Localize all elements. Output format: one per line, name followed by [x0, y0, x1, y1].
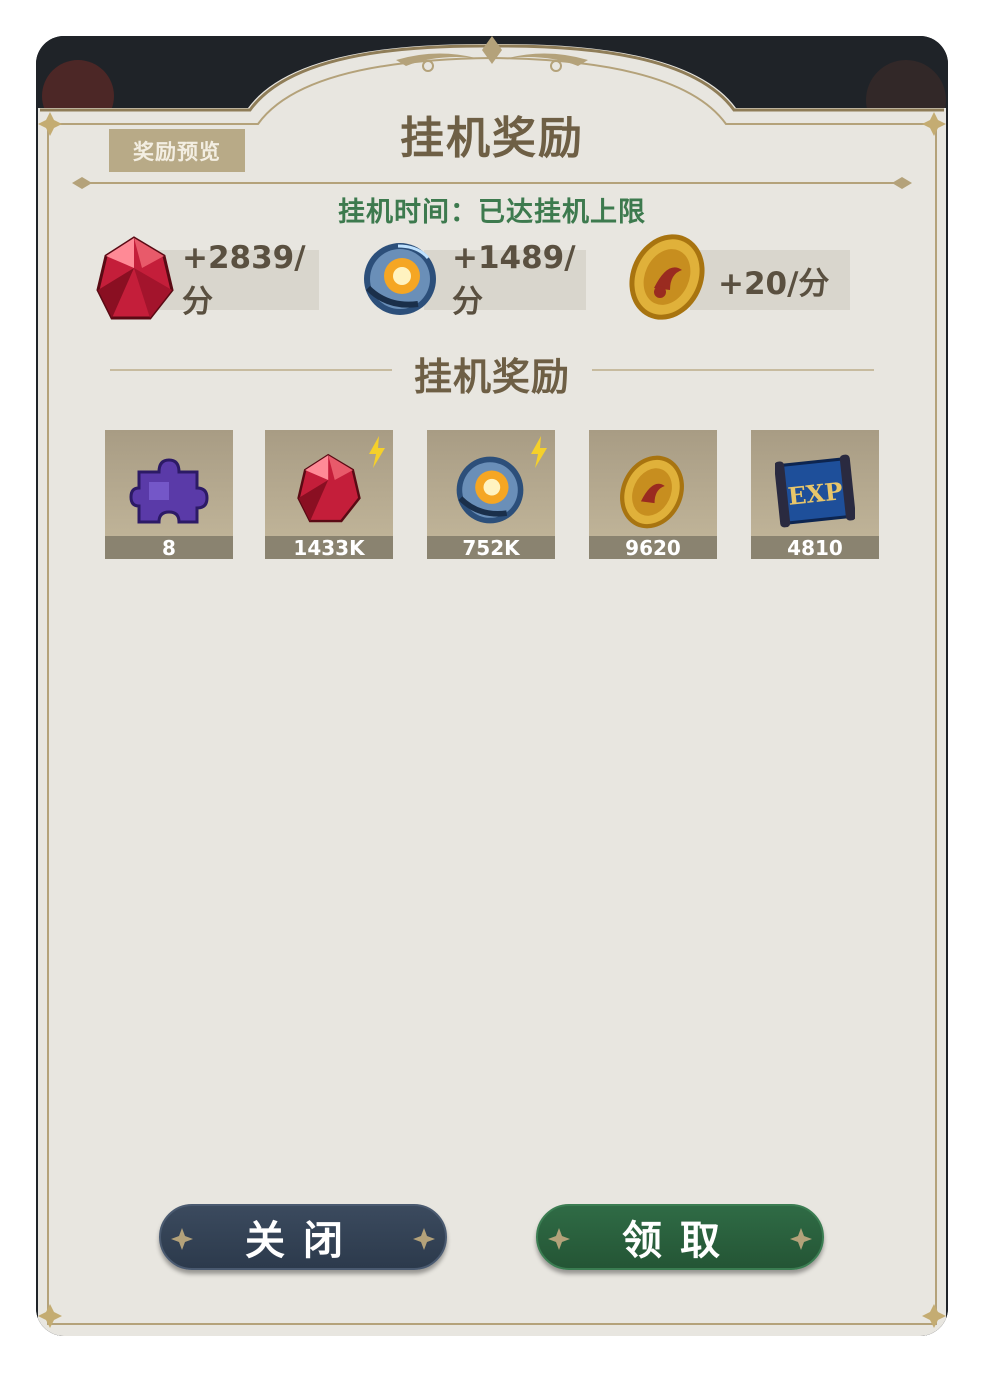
section-divider-right — [592, 369, 874, 371]
reward-preview-button[interactable]: 奖励预览 — [109, 129, 245, 172]
diamond-ornament-icon — [413, 1228, 435, 1250]
rewards-section-title: 挂机奖励 — [413, 355, 570, 399]
reward-quantity: 4810 — [751, 536, 879, 559]
rate-coin-text: +20/分 — [718, 265, 830, 302]
lightning-bolt-icon — [531, 436, 547, 468]
claim-button-label: 领取 — [622, 1218, 738, 1264]
close-button-label: 关闭 — [245, 1218, 361, 1264]
close-button[interactable]: 关闭 — [159, 1204, 447, 1270]
gold-coin-icon — [620, 455, 684, 529]
rate-orb-box: +1489/分 — [424, 240, 586, 320]
idle-time-status: 挂机时间：已达挂机上限 — [338, 197, 646, 228]
diamond-ornament-icon — [790, 1228, 812, 1250]
diamond-ornament-icon — [548, 1228, 570, 1250]
reward-slot-orb[interactable]: 752K — [427, 430, 555, 559]
lightning-bolt-icon — [369, 436, 385, 468]
purple-puzzle-icon — [129, 458, 209, 524]
gold-coin-icon — [629, 234, 705, 320]
exp-label: EXP — [786, 476, 844, 511]
reward-slot-coin[interactable]: 9620 — [589, 430, 717, 559]
reward-quantity: 8 — [105, 536, 233, 559]
dialog-title: 挂机奖励 — [400, 113, 584, 164]
rate-gem-box: +2839/分 — [154, 240, 319, 320]
reward-quantity: 1433K — [265, 536, 393, 559]
rate-orb-text: +1489/分 — [452, 239, 576, 320]
energy-orb-icon — [456, 456, 524, 524]
reward-slot-exp[interactable]: EXP 4810 — [751, 430, 879, 559]
red-gem-icon — [96, 236, 174, 320]
section-divider-left — [110, 369, 392, 371]
rate-coin-box: +20/分 — [690, 250, 850, 310]
rate-gem-text: +2839/分 — [182, 239, 306, 320]
reward-slot-gem[interactable]: 1433K — [265, 430, 393, 559]
red-gem-icon — [297, 453, 361, 523]
diamond-ornament-icon — [171, 1228, 193, 1250]
panel-frame — [38, 36, 946, 1336]
reward-quantity: 9620 — [589, 536, 717, 559]
idle-reward-dialog: 奖励预览 挂机奖励 挂机时间：已达挂机上限 +2839/分 +1489/分 +2… — [36, 36, 948, 1336]
energy-orb-icon — [364, 243, 436, 315]
reward-quantity: 752K — [427, 536, 555, 559]
reward-slot-puzzle[interactable]: 8 — [105, 430, 233, 559]
claim-button[interactable]: 领取 — [536, 1204, 824, 1270]
exp-scroll-icon: EXP — [775, 454, 855, 528]
